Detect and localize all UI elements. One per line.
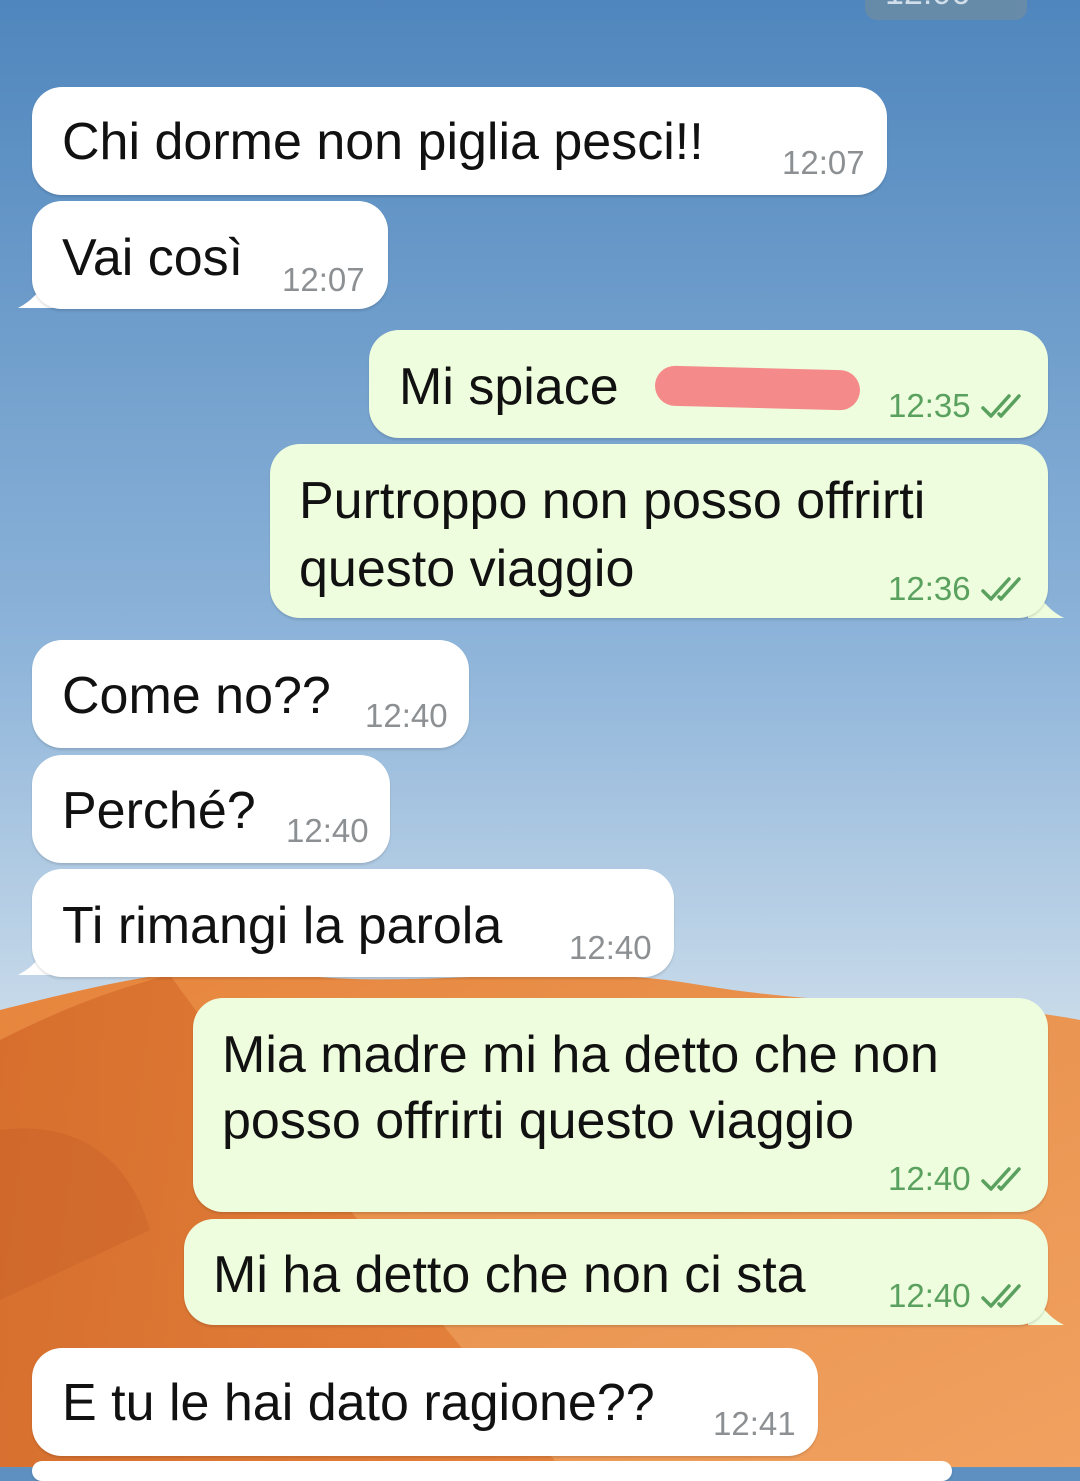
message-incoming[interactable]: Come no?? 12:40: [32, 640, 469, 748]
message-time: 12:40: [888, 1277, 971, 1314]
message-text-line2: questo viaggio: [299, 540, 635, 598]
message-text: Ti rimangi la parola: [62, 897, 503, 955]
message-text: Perché?: [62, 782, 256, 840]
message-time: 12:40: [888, 1160, 971, 1197]
message-outgoing[interactable]: Mi ha detto che non ci sta 12:40: [184, 1219, 1048, 1325]
message-time: 12:40: [365, 697, 448, 734]
message-text: Mi ha detto che non ci sta: [213, 1246, 806, 1304]
message-time: 12:40: [569, 929, 652, 966]
message-time: 12:41: [713, 1405, 796, 1442]
message-time: 12:35: [888, 387, 971, 424]
message-time: 12:07: [782, 144, 865, 181]
message-outgoing[interactable]: Purtroppo non posso offrirti questo viag…: [270, 444, 1048, 618]
message-text: Chi dorme non piglia pesci!!: [62, 113, 704, 171]
message-text: Mi spiace: [399, 358, 619, 416]
message-incoming[interactable]: E tu le hai dato ragione?? 12:41: [32, 1348, 818, 1456]
message-outgoing[interactable]: Mi spiace 12:35: [369, 330, 1048, 438]
message-text: E tu le hai dato ragione??: [62, 1374, 655, 1432]
message-time: 12:40: [286, 812, 369, 849]
message-text-line1: Purtroppo non posso offrirti: [299, 472, 926, 530]
redaction-mark: [654, 365, 861, 411]
message-time: 12:07: [282, 261, 365, 298]
message-incoming[interactable]: Vai così 12:07: [32, 201, 388, 309]
message-text-line2: posso offrirti questo viaggio: [222, 1092, 855, 1150]
double-check-icon: [981, 1284, 1021, 1308]
message-text-line1: Mia madre mi ha detto che non: [222, 1026, 939, 1084]
date-badge-text: 12:06: [885, 0, 970, 13]
double-check-icon: [981, 1167, 1021, 1191]
date-badge: 12:06: [865, 0, 1027, 20]
message-incoming-partial[interactable]: [32, 1461, 952, 1481]
message-incoming[interactable]: Perché? 12:40: [32, 755, 390, 863]
message-time: 12:36: [888, 570, 971, 607]
message-text: Come no??: [62, 667, 331, 725]
message-incoming[interactable]: Ti rimangi la parola 12:40: [32, 869, 674, 977]
message-outgoing[interactable]: Mia madre mi ha detto che non posso offr…: [193, 998, 1048, 1212]
message-incoming[interactable]: Chi dorme non piglia pesci!! 12:07: [32, 87, 887, 195]
double-check-icon: [981, 394, 1021, 418]
message-text: Vai così: [62, 229, 244, 287]
double-check-icon: [981, 577, 1021, 601]
